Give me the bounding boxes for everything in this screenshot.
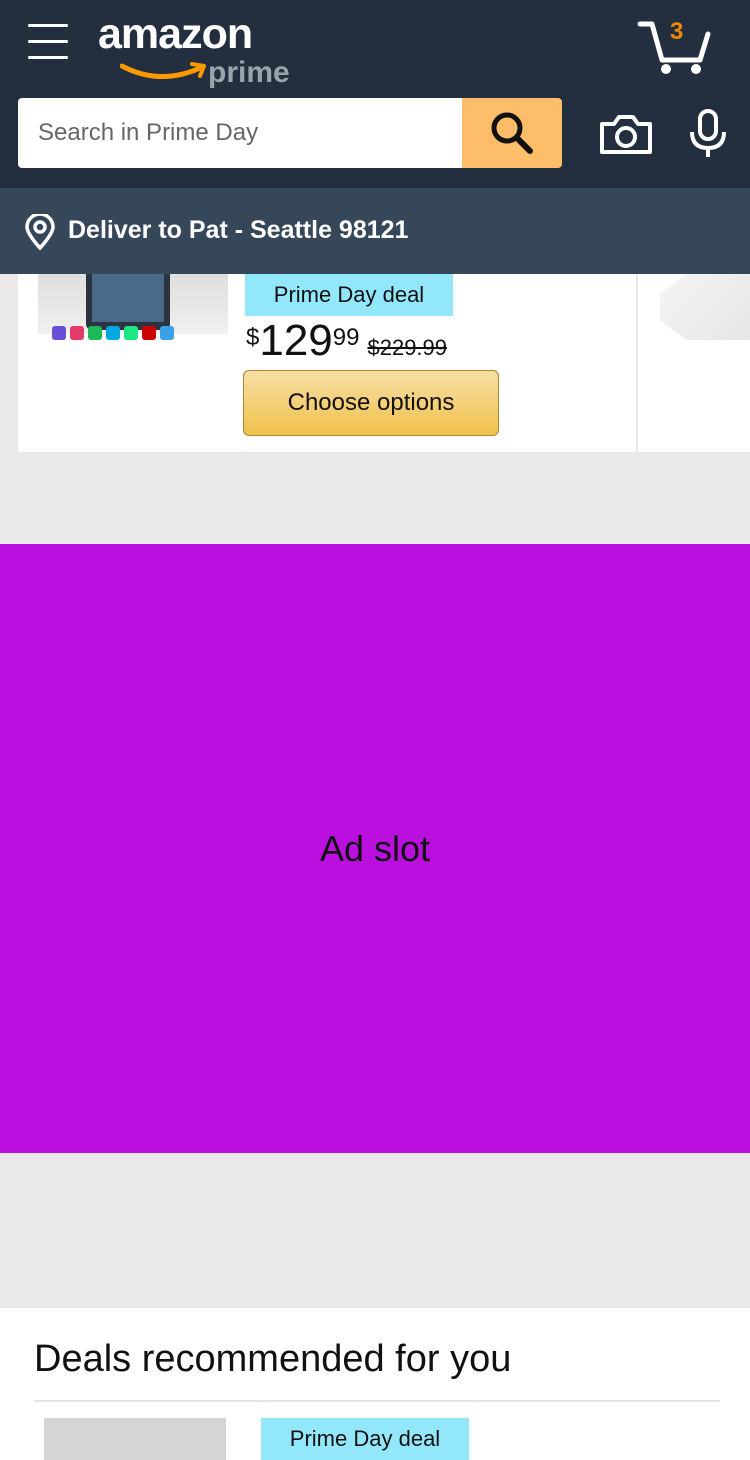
next-product-image[interactable] <box>660 274 750 340</box>
logo-text: amazon <box>98 10 253 58</box>
search-button[interactable] <box>462 98 562 168</box>
price-symbol: $ <box>246 324 260 351</box>
prime-day-deal-badge: Prime Day deal <box>245 274 453 316</box>
product-card[interactable]: Prime Day deal $12999 $229.99 Choose opti… <box>18 274 636 452</box>
original-price: $229.99 <box>367 335 448 360</box>
deals-section: Deals recommended for you Prime Day deal <box>0 1308 750 1460</box>
ad-slot-label: Ad slot <box>319 827 431 869</box>
app-logos-row <box>52 326 174 344</box>
search-input[interactable] <box>18 98 462 168</box>
logo-prime-text: prime <box>208 56 290 89</box>
section-divider <box>34 1400 720 1402</box>
top-header: amazon prime 3 <box>0 0 750 188</box>
microphone-icon[interactable] <box>686 108 730 160</box>
search-icon <box>491 112 533 154</box>
camera-icon[interactable] <box>598 110 654 158</box>
location-pin-icon <box>25 214 55 250</box>
deliver-to-bar[interactable]: Deliver to Pat - Seattle 98121 <box>0 188 750 274</box>
smart-display-device <box>86 274 170 330</box>
logo-smile-icon <box>120 62 206 79</box>
choose-options-button[interactable]: Choose options <box>243 370 499 436</box>
next-product-card[interactable] <box>638 274 750 452</box>
deals-section-title: Deals recommended for you <box>34 1338 512 1380</box>
cart-count-badge: 3 <box>670 18 684 45</box>
amazon-prime-logo[interactable]: amazon prime <box>98 10 298 90</box>
cart-button[interactable]: 3 <box>636 14 716 78</box>
price-fraction: 99 <box>332 324 360 351</box>
product-image[interactable] <box>38 274 228 344</box>
product-price: $12999 $229.99 <box>246 316 447 366</box>
prime-day-deal-badge: Prime Day deal <box>261 1418 469 1460</box>
ad-slot[interactable]: Ad slot <box>0 544 750 1153</box>
menu-icon[interactable] <box>28 24 68 60</box>
deliver-to-text: Deliver to Pat - Seattle 98121 <box>68 216 409 244</box>
price-whole: 129 <box>259 316 333 365</box>
deal-image-placeholder[interactable] <box>44 1418 226 1460</box>
